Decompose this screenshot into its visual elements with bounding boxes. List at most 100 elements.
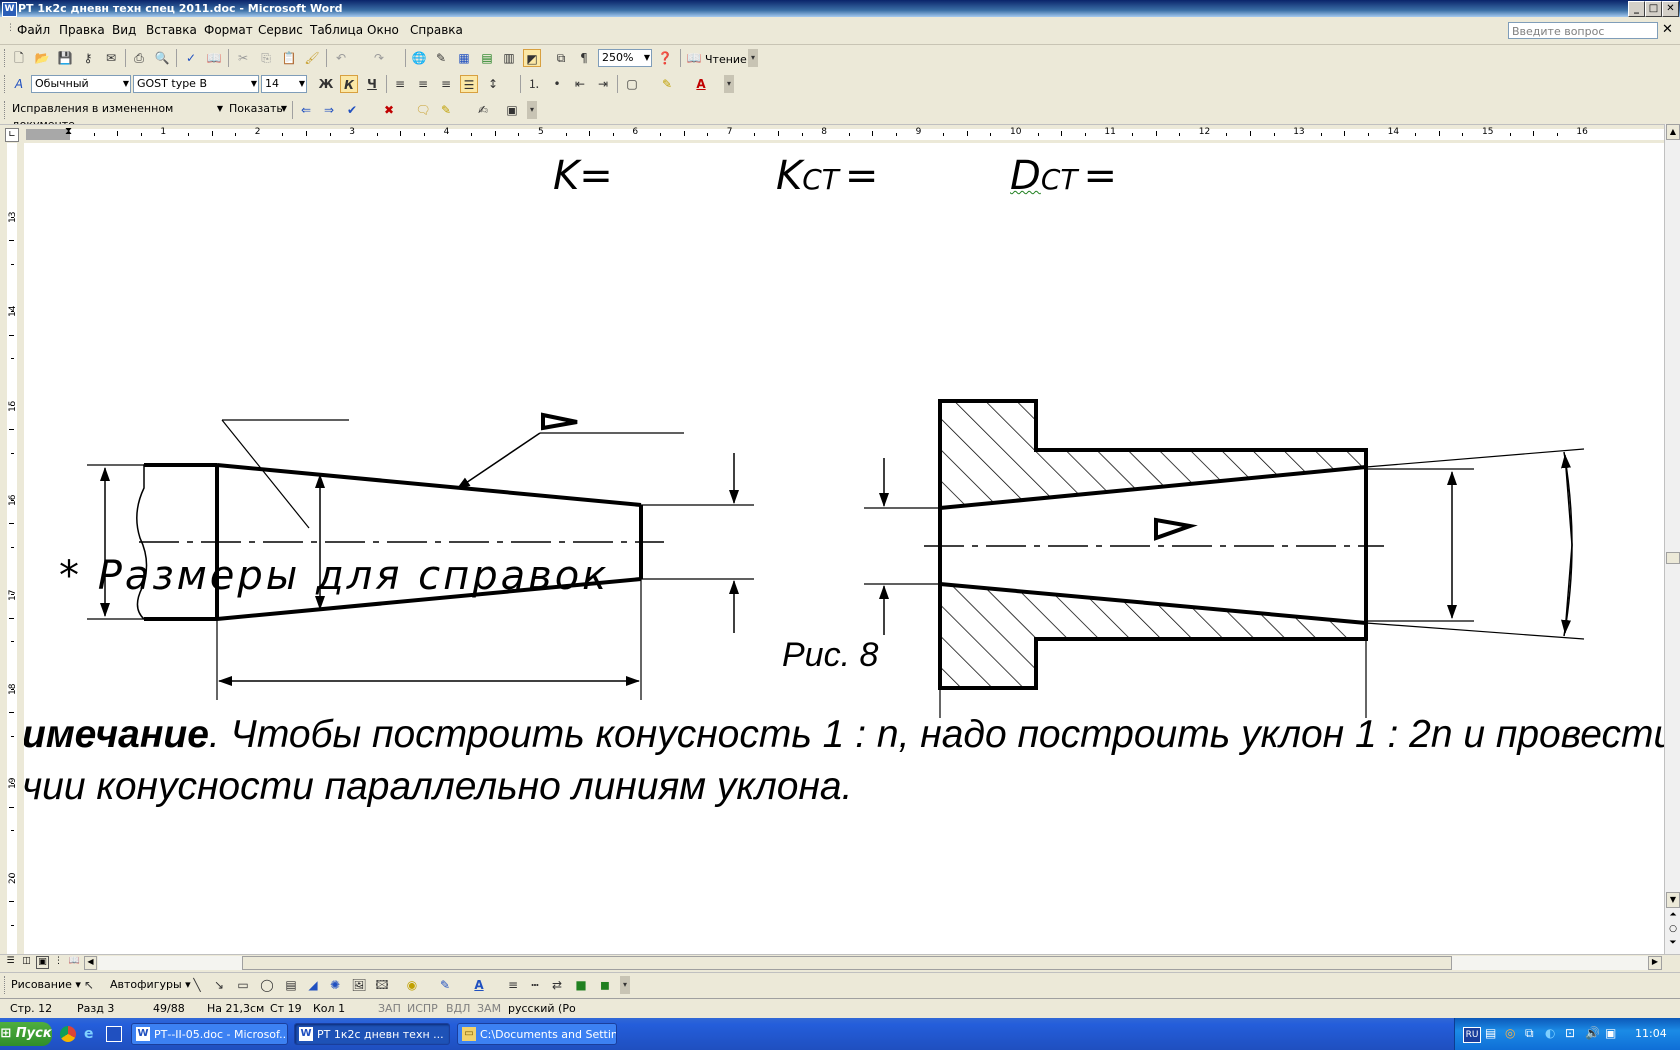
volume-icon[interactable]: 🔊 — [1585, 1026, 1600, 1040]
start-button[interactable]: ⊞ Пуск — [0, 1022, 52, 1046]
line-style-icon[interactable]: ≡ — [504, 976, 522, 994]
rectangle-tool-icon[interactable]: ▭ — [234, 976, 252, 994]
tray-app-icon[interactable]: ◎ — [1505, 1026, 1515, 1040]
status-overtype[interactable]: ЗАМ — [477, 999, 501, 1019]
scroll-down-icon[interactable]: ▼ — [1666, 892, 1680, 908]
menu-tools[interactable]: Сервис — [258, 23, 303, 37]
task-item[interactable]: ▭ C:\Documents and Settin... — [457, 1023, 617, 1045]
format-painter-icon[interactable]: 🖌 — [303, 49, 321, 67]
font-color-icon[interactable]: A — [470, 976, 488, 994]
bullets-icon[interactable]: • — [548, 75, 566, 93]
insert-table-icon[interactable]: ▦ — [455, 49, 473, 67]
menu-help[interactable]: Справка — [410, 23, 463, 37]
oval-tool-icon[interactable]: ◯ — [258, 976, 276, 994]
vertical-scrollbar[interactable]: ▲ ▼ ⏶ ○ ⏷ — [1664, 124, 1680, 961]
save-icon[interactable]: 💾 — [56, 49, 74, 67]
spelling-icon[interactable]: ✓ — [182, 49, 200, 67]
outline-view-icon[interactable]: ⋮ — [52, 956, 65, 969]
bold-button[interactable]: Ж — [317, 75, 335, 93]
numbering-icon[interactable]: ⒈ — [525, 75, 543, 93]
tab-selector-icon[interactable]: ∟ — [5, 128, 19, 142]
new-comment-icon[interactable]: 🗨 — [414, 101, 432, 119]
italic-button[interactable]: К — [340, 75, 358, 93]
reviewing-pane-icon[interactable]: ▣ — [503, 101, 521, 119]
task-item[interactable]: W РТ--II-05.doc - Microsof... — [131, 1023, 288, 1045]
scroll-thumb[interactable] — [1666, 552, 1680, 564]
text-box-icon[interactable]: ▤ — [282, 976, 300, 994]
menu-insert[interactable]: Вставка — [146, 23, 197, 37]
font-color-icon[interactable]: A — [692, 75, 710, 93]
clock[interactable]: 11:04 — [1635, 1027, 1667, 1040]
3d-style-icon[interactable]: ◼ — [596, 976, 614, 994]
underline-button[interactable]: Ч — [363, 75, 381, 93]
show-desktop-icon[interactable] — [106, 1026, 122, 1042]
line-spacing-icon[interactable]: ↕ — [484, 75, 502, 93]
cut-icon[interactable]: ✂ — [234, 49, 252, 67]
tray-app-icon[interactable]: ▣ — [1605, 1026, 1616, 1040]
print-icon[interactable]: ⎙ — [130, 49, 148, 67]
arrow-tool-icon[interactable]: ↘ — [210, 976, 228, 994]
line-tool-icon[interactable]: ╲ — [188, 976, 206, 994]
tray-app-icon[interactable]: ◐ — [1545, 1026, 1555, 1040]
borders-icon[interactable]: ▢ — [623, 75, 641, 93]
display-for-review-select[interactable]: Исправления в измененном документе▼ — [9, 101, 224, 131]
menu-edit[interactable]: Правка — [59, 23, 105, 37]
justify-icon[interactable]: ☰ — [460, 75, 478, 93]
zoom-select[interactable]: 250% ▼ — [598, 49, 652, 67]
maximize-button[interactable]: □ — [1645, 1, 1662, 17]
status-record[interactable]: ЗАП — [378, 999, 401, 1019]
tray-app-icon[interactable]: ⊡ — [1565, 1026, 1575, 1040]
toolbar-options-icon[interactable]: ▾ — [748, 49, 758, 67]
shadow-style-icon[interactable]: ■ — [572, 976, 590, 994]
close-document-icon[interactable]: ✕ — [1662, 22, 1673, 37]
redo-icon[interactable]: ↷ — [370, 49, 388, 67]
research-icon[interactable]: 📖 — [205, 49, 223, 67]
tables-borders-icon[interactable]: ✎ — [432, 49, 450, 67]
scroll-left-icon[interactable]: ◀ — [84, 956, 97, 970]
drawing-toggle-icon[interactable]: ◩ — [523, 49, 541, 67]
document-page[interactable]: K= KСТ = DСТ = * Размеры для справок Рис… — [24, 143, 1666, 961]
close-button[interactable]: ✕ — [1662, 1, 1679, 17]
previous-change-icon[interactable]: ⇐ — [297, 101, 315, 119]
wordart-icon[interactable]: ◢ — [304, 976, 322, 994]
increase-indent-icon[interactable]: ⇥ — [594, 75, 612, 93]
next-change-icon[interactable]: ⇒ — [320, 101, 338, 119]
align-right-icon[interactable]: ≡ — [437, 75, 455, 93]
language-indicator[interactable]: RU — [1463, 1027, 1481, 1043]
web-layout-icon[interactable]: ◫ — [20, 956, 33, 969]
highlight-icon[interactable]: ✎ — [437, 101, 455, 119]
new-document-icon[interactable]: 🗋 — [10, 49, 28, 67]
font-size-select[interactable]: 14 ▼ — [261, 75, 307, 93]
normal-view-icon[interactable]: ☰ — [4, 956, 17, 969]
columns-icon[interactable]: ▥ — [500, 49, 518, 67]
reject-change-icon[interactable]: ✖ — [380, 101, 398, 119]
horizontal-scroll-thumb[interactable] — [242, 956, 1452, 970]
clip-art-icon[interactable]: 🖼 — [350, 976, 368, 994]
track-changes-icon[interactable]: ✍ — [474, 101, 492, 119]
status-extend[interactable]: ВДЛ — [446, 999, 470, 1019]
help-search-input[interactable]: Введите вопрос — [1508, 22, 1658, 39]
style-select[interactable]: Обычный ▼ — [31, 75, 131, 93]
print-layout-icon[interactable]: ▣ — [36, 956, 49, 969]
help-icon[interactable]: ❓ — [656, 49, 674, 67]
next-page-icon[interactable]: ⏷ — [1666, 938, 1680, 952]
line-color-icon[interactable]: ✎ — [436, 976, 454, 994]
decrease-indent-icon[interactable]: ⇤ — [571, 75, 589, 93]
menu-window[interactable]: Окно — [367, 23, 399, 37]
open-icon[interactable]: 📂 — [33, 49, 51, 67]
menu-format[interactable]: Формат — [204, 23, 253, 37]
copy-icon[interactable]: ⎘ — [257, 49, 275, 67]
fill-color-icon[interactable]: ◉ — [403, 976, 421, 994]
scroll-right-icon[interactable]: ▶ — [1648, 956, 1662, 970]
network-icon[interactable]: ⧉ — [1525, 1026, 1534, 1041]
select-browse-object-icon[interactable]: ○ — [1666, 924, 1680, 938]
vertical-ruler[interactable]: 1314151617181920 — [0, 143, 25, 961]
autoshapes-menu-button[interactable]: Автофигуры ▾ — [110, 978, 191, 991]
reading-icon[interactable]: 📖 — [685, 49, 703, 67]
show-menu-button[interactable]: Показать ▼ — [226, 101, 288, 119]
paste-icon[interactable]: 📋 — [280, 49, 298, 67]
show-formatting-icon[interactable]: ¶ — [575, 49, 593, 67]
reading-button[interactable]: Чтение — [705, 53, 747, 66]
indent-marker-icon[interactable]: ⧗ — [65, 126, 72, 137]
styles-pane-icon[interactable]: A — [10, 75, 28, 93]
